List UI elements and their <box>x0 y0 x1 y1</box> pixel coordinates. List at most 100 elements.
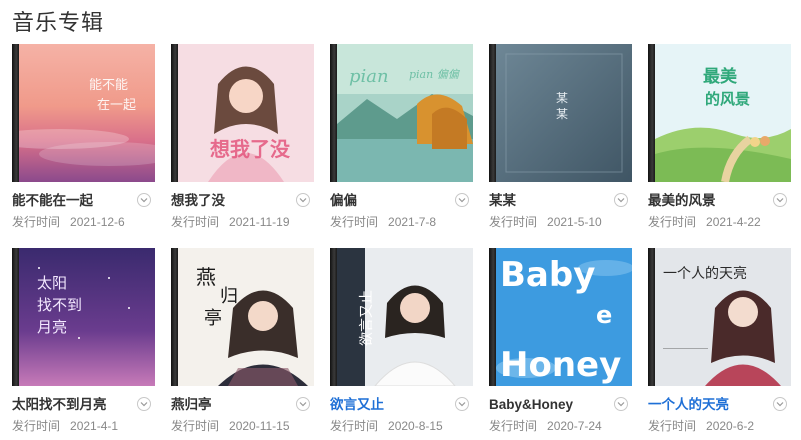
release-date: 2021-4-1 <box>70 419 119 433</box>
album-cover[interactable]: 一个人的天亮 <box>648 248 791 386</box>
svg-text:e: e <box>596 301 612 329</box>
svg-text:在一起: 在一起 <box>97 98 136 113</box>
album-more-button[interactable] <box>773 193 787 207</box>
svg-text:燕: 燕 <box>196 265 216 289</box>
album-cover[interactable]: Baby e Honey <box>489 248 632 386</box>
svg-text:想我了没: 想我了没 <box>210 137 291 161</box>
release-date: 2021-11-19 <box>229 215 290 229</box>
cover-art: 欲言又止 <box>337 248 473 386</box>
svg-text:一个人的天亮: 一个人的天亮 <box>663 265 747 282</box>
cover-art: 燕 归 亭 <box>178 248 314 386</box>
cover-art: 某 某 <box>496 44 632 182</box>
svg-text:太阳: 太阳 <box>37 274 67 292</box>
release-info: 发行时间 2021-11-19 <box>171 214 314 230</box>
svg-text:月亮: 月亮 <box>37 318 67 336</box>
svg-text:Baby: Baby <box>500 255 595 295</box>
release-label: 发行时间 <box>171 215 220 229</box>
release-info: 发行时间 2020-8-15 <box>330 418 473 434</box>
svg-text:找不到: 找不到 <box>37 296 82 314</box>
release-date: 2021-12-6 <box>70 215 125 229</box>
album-cover[interactable]: 某 某 <box>489 44 632 182</box>
svg-text:的风景: 的风景 <box>705 90 750 108</box>
cd-spine <box>330 248 337 386</box>
album-name[interactable]: 能不能在一起 <box>12 192 132 210</box>
cover-art: pian pian 偏偏 <box>337 44 473 182</box>
album-cover[interactable]: 想我了没 <box>171 44 314 182</box>
album-cover[interactable]: 太阳 找不到 月亮 <box>12 248 155 386</box>
chevron-down-icon <box>776 402 784 407</box>
album-card: 一个人的天亮 一个人的天亮 发行时间 2020-6-2 <box>648 248 791 438</box>
release-info: 发行时间 2021-4-22 <box>648 214 791 230</box>
release-info: 发行时间 2020-11-15 <box>171 418 314 434</box>
album-grid: 能不能 在一起 能不能在一起 发行时间 2021-12-6 想我了没 想我了没 … <box>12 44 791 438</box>
chevron-down-icon <box>299 402 307 407</box>
cover-art: 最美 的风景 <box>655 44 791 182</box>
cover-art: 一个人的天亮 <box>655 248 791 386</box>
release-info: 发行时间 2021-4-1 <box>12 418 155 434</box>
album-name[interactable]: 欲言又止 <box>330 396 450 414</box>
album-more-button[interactable] <box>137 193 151 207</box>
album-card: 能不能 在一起 能不能在一起 发行时间 2021-12-6 <box>12 44 155 234</box>
chevron-down-icon <box>458 198 466 203</box>
album-card: Baby e Honey Baby&Honey 发行时间 2020-7-24 <box>489 248 632 438</box>
album-cover[interactable]: 欲言又止 <box>330 248 473 386</box>
album-name[interactable]: 太阳找不到月亮 <box>12 396 132 414</box>
album-name[interactable]: 某某 <box>489 192 609 210</box>
album-name[interactable]: Baby&Honey <box>489 396 609 414</box>
album-cover[interactable]: pian pian 偏偏 <box>330 44 473 182</box>
release-label: 发行时间 <box>489 215 538 229</box>
album-name[interactable]: 想我了没 <box>171 192 291 210</box>
svg-text:能不能: 能不能 <box>89 78 128 93</box>
release-info: 发行时间 2020-6-2 <box>648 418 791 434</box>
album-card: 想我了没 想我了没 发行时间 2021-11-19 <box>171 44 314 234</box>
album-more-button[interactable] <box>455 397 469 411</box>
album-more-button[interactable] <box>614 397 628 411</box>
album-card: 某 某 某某 发行时间 2021-5-10 <box>489 44 632 234</box>
release-date: 2021-7-8 <box>388 215 437 229</box>
album-more-button[interactable] <box>614 193 628 207</box>
album-name[interactable]: 燕归亭 <box>171 396 291 414</box>
album-card: 燕 归 亭 燕归亭 发行时间 2020-11-15 <box>171 248 314 438</box>
cd-spine <box>12 248 19 386</box>
release-label: 发行时间 <box>330 215 379 229</box>
cd-spine <box>12 44 19 182</box>
cover-art: 能不能 在一起 <box>19 44 155 182</box>
release-date: 2021-5-10 <box>547 215 602 229</box>
svg-text:pian: pian <box>349 66 389 87</box>
release-label: 发行时间 <box>171 419 220 433</box>
album-name[interactable]: 一个人的天亮 <box>648 396 768 414</box>
release-date: 2021-4-22 <box>706 215 761 229</box>
cover-art: 太阳 找不到 月亮 <box>19 248 155 386</box>
chevron-down-icon <box>776 198 784 203</box>
album-more-button[interactable] <box>296 397 310 411</box>
album-cover[interactable]: 最美 的风景 <box>648 44 791 182</box>
section-title: 音乐专辑 <box>12 10 105 35</box>
album-cover[interactable]: 能不能 在一起 <box>12 44 155 182</box>
release-label: 发行时间 <box>12 419 61 433</box>
album-more-button[interactable] <box>455 193 469 207</box>
chevron-down-icon <box>140 198 148 203</box>
album-more-button[interactable] <box>773 397 787 411</box>
svg-text:最美: 最美 <box>703 66 738 87</box>
chevron-down-icon <box>617 198 625 203</box>
cd-spine <box>648 248 655 386</box>
cd-spine <box>489 248 496 386</box>
cd-spine <box>171 44 178 182</box>
release-label: 发行时间 <box>12 215 61 229</box>
release-info: 发行时间 2021-7-8 <box>330 214 473 230</box>
cd-spine <box>330 44 337 182</box>
album-cover[interactable]: 燕 归 亭 <box>171 248 314 386</box>
release-info: 发行时间 2021-5-10 <box>489 214 632 230</box>
svg-text:欲言又止: 欲言又止 <box>359 290 375 346</box>
album-name[interactable]: 偏偏 <box>330 192 450 210</box>
album-card: 欲言又止 欲言又止 发行时间 2020-8-15 <box>330 248 473 438</box>
album-card: pian pian 偏偏 偏偏 发行时间 2021-7-8 <box>330 44 473 234</box>
album-card: 最美 的风景 最美的风景 发行时间 2021-4-22 <box>648 44 791 234</box>
album-more-button[interactable] <box>296 193 310 207</box>
svg-text:Honey: Honey <box>500 345 621 385</box>
album-more-button[interactable] <box>137 397 151 411</box>
release-label: 发行时间 <box>648 419 697 433</box>
release-label: 发行时间 <box>489 419 538 433</box>
svg-text:pian 偏偏: pian 偏偏 <box>409 68 461 81</box>
album-name[interactable]: 最美的风景 <box>648 192 768 210</box>
